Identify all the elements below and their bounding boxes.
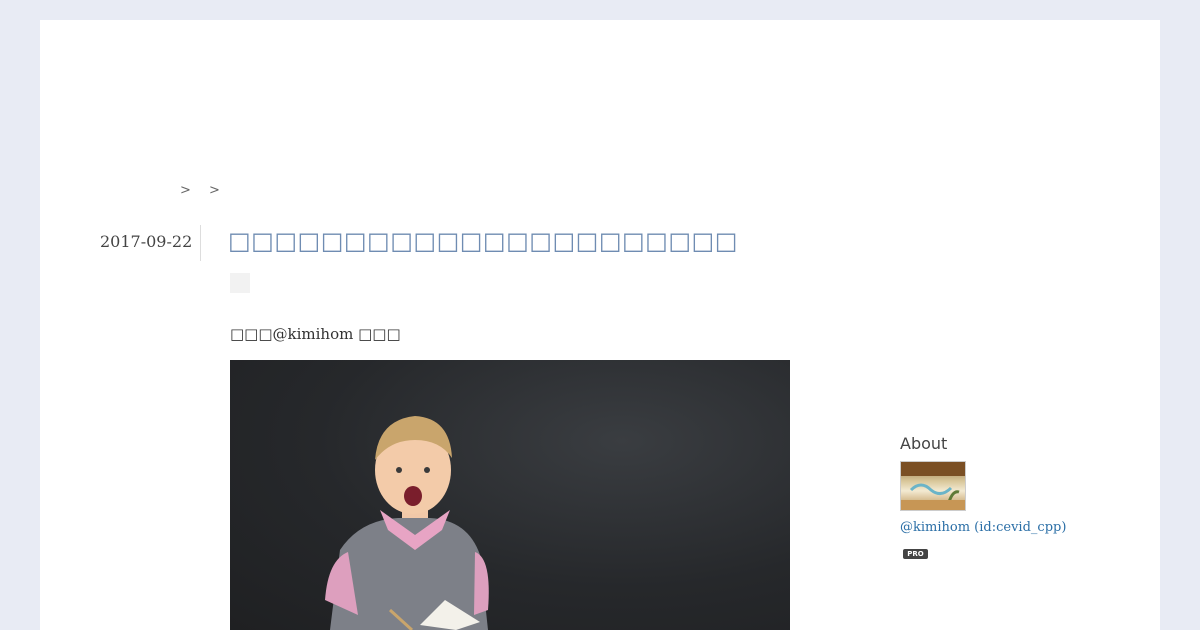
pro-badge[interactable]: PRO — [903, 549, 928, 559]
entry-lead-text: □□□@kimihom □□□ — [230, 325, 401, 343]
entry-date[interactable]: 2017-09-22 — [100, 232, 192, 251]
child-photo-illustration — [325, 416, 489, 630]
breadcrumb-separator: > — [180, 183, 191, 198]
entry-hero-image — [230, 360, 790, 630]
sidebar-about-title: About — [900, 434, 948, 453]
breadcrumb: > > — [180, 183, 238, 198]
profile-avatar[interactable] — [900, 461, 966, 511]
category-chip[interactable] — [230, 273, 250, 293]
date-divider — [200, 225, 201, 261]
avatar-image — [901, 462, 965, 510]
profile-link[interactable]: @kimihom (id:cevid_cpp) — [900, 520, 1066, 535]
page-container: > > 2017-09-22 □□□□□□□□□□□□□□□□□□□□□□ □□… — [40, 20, 1160, 630]
entry-title[interactable]: □□□□□□□□□□□□□□□□□□□□□□ — [228, 227, 738, 255]
breadcrumb-separator: > — [209, 183, 220, 198]
